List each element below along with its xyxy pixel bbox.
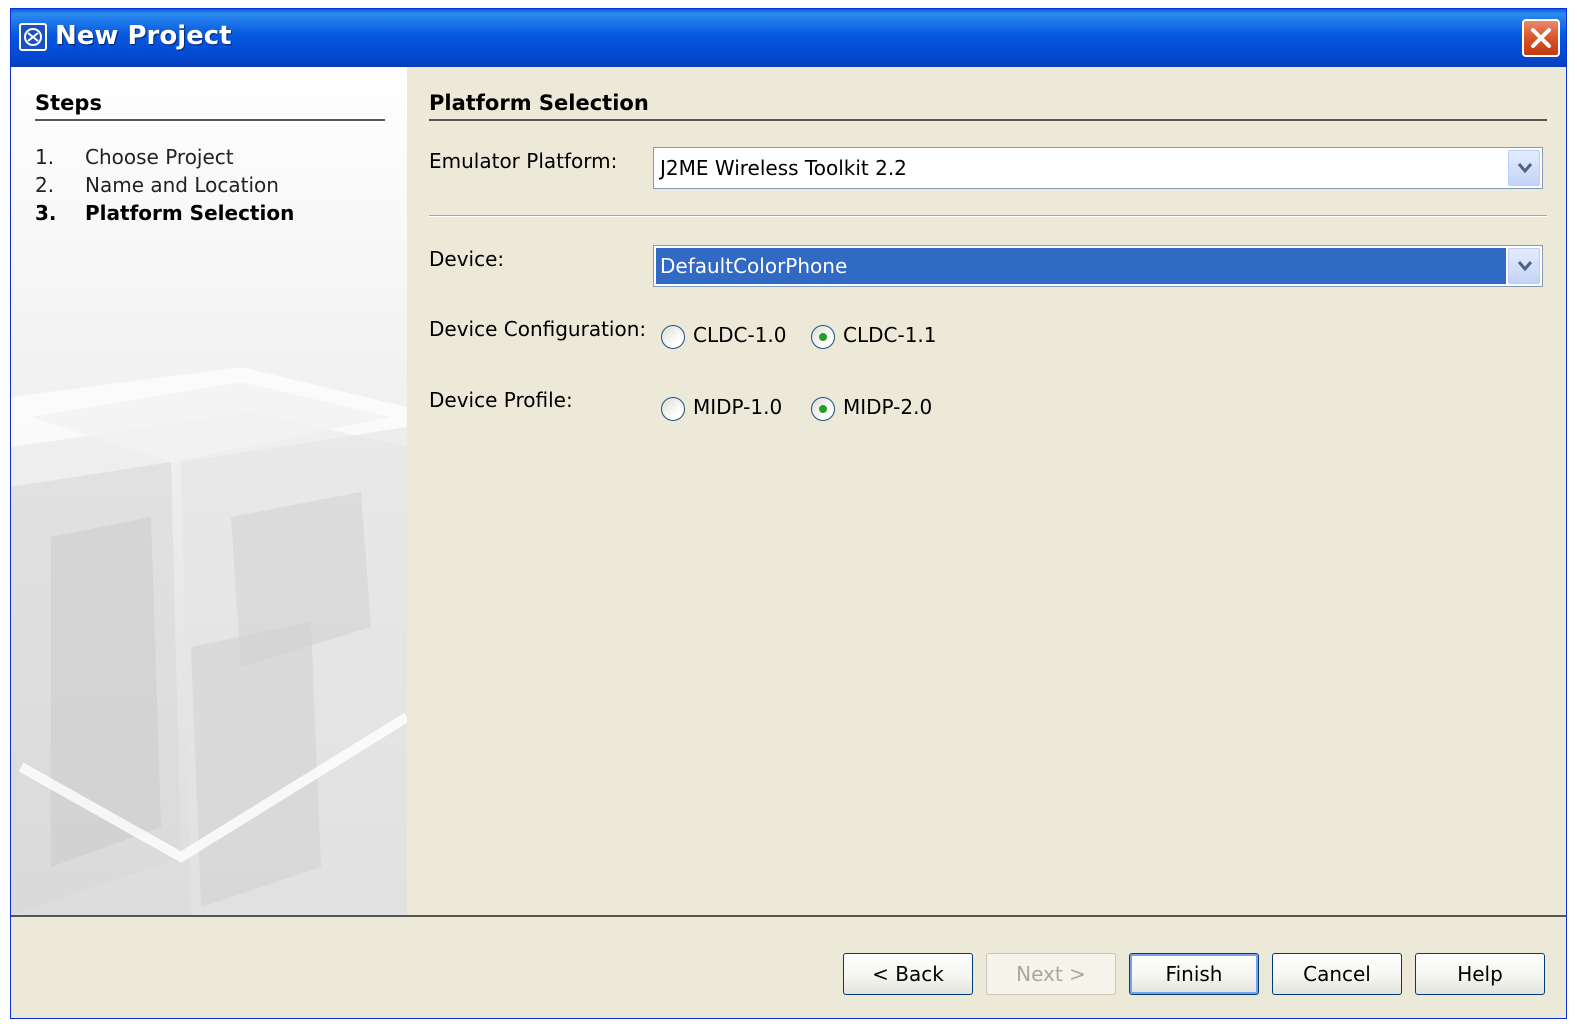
step-number: 2. [35,173,55,197]
radio-label-midp-2-0[interactable]: MIDP-2.0 [843,395,932,419]
section-title: Platform Selection [429,91,649,115]
steps-title: Steps [35,91,102,115]
step-item-name-and-location: 2. Name and Location [35,173,395,201]
new-project-dialog: New Project Steps 1. Choose Project 2. N… [10,8,1567,1019]
help-button[interactable]: Help [1415,953,1545,995]
finish-button[interactable]: Finish [1129,953,1259,995]
chevron-down-icon [1517,163,1533,174]
device-dropdown-button[interactable] [1508,248,1540,284]
radio-label-midp-1-0[interactable]: MIDP-1.0 [693,395,782,419]
emulator-platform-combo[interactable]: J2ME Wireless Toolkit 2.2 [653,147,1543,189]
device-configuration-label: Device Configuration: [429,317,647,341]
field-divider [429,215,1547,216]
next-button[interactable]: Next > [986,953,1116,995]
step-item-platform-selection: 3. Platform Selection [35,201,395,229]
radio-label-cldc-1-1[interactable]: CLDC-1.1 [843,323,937,347]
footer-divider [11,915,1566,917]
step-label: Platform Selection [85,201,295,225]
emulator-platform-dropdown-button[interactable] [1508,150,1540,186]
step-label: Choose Project [85,145,234,169]
device-value: DefaultColorPhone [660,254,848,278]
step-label: Name and Location [85,173,279,197]
chevron-down-icon [1517,261,1533,272]
steps-panel: Steps 1. Choose Project 2. Name and Loca… [11,67,407,915]
section-divider [429,119,1547,121]
title-bar[interactable]: New Project [11,9,1566,67]
radio-cldc-1-1[interactable] [811,325,835,349]
emulator-platform-value: J2ME Wireless Toolkit 2.2 [660,156,907,180]
device-label: Device: [429,247,505,271]
radio-cldc-1-0[interactable] [661,325,685,349]
step-item-choose-project: 1. Choose Project [35,145,395,173]
step-number: 1. [35,145,55,169]
close-icon [1531,28,1551,48]
platform-selection-panel: Platform Selection Emulator Platform: J2… [407,67,1566,915]
radio-midp-1-0[interactable] [661,397,685,421]
steps-divider [35,119,385,121]
step-number: 3. [35,201,57,225]
close-button[interactable] [1522,19,1560,57]
app-icon [19,23,47,51]
radio-selected-dot [819,405,827,413]
radio-selected-dot [819,333,827,341]
device-combo[interactable]: DefaultColorPhone [653,245,1543,287]
window-title: New Project [55,21,232,51]
cancel-button[interactable]: Cancel [1272,953,1402,995]
emulator-platform-label: Emulator Platform: [429,149,618,173]
radio-label-cldc-1-0[interactable]: CLDC-1.0 [693,323,787,347]
radio-midp-2-0[interactable] [811,397,835,421]
back-button[interactable]: < Back [843,953,973,995]
device-profile-label: Device Profile: [429,388,573,412]
